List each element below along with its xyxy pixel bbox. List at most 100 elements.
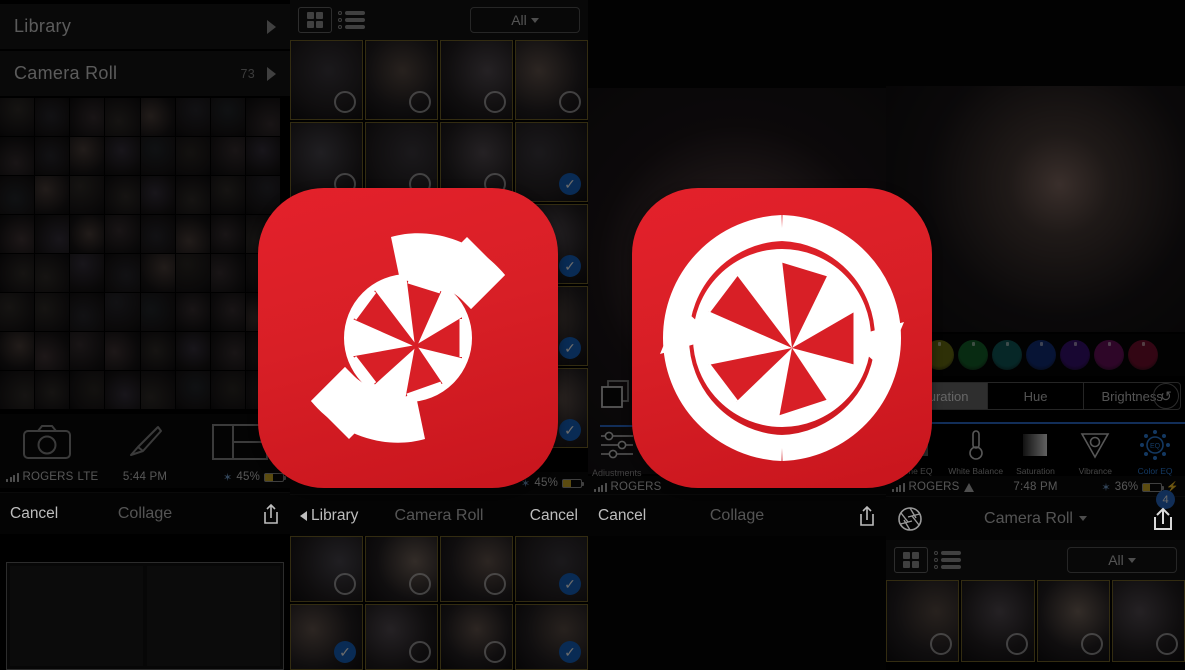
thumbnail[interactable] [140,293,175,331]
thumbnail[interactable] [210,215,245,253]
thumbnail[interactable] [70,98,105,136]
photo-thumbnail[interactable]: ✓ [515,536,588,602]
color-wheel[interactable] [1094,340,1124,370]
photo-thumbnail[interactable] [1036,580,1110,662]
select-circle-icon[interactable] [409,91,431,113]
thumbnail[interactable] [35,254,70,292]
thumbnail[interactable] [175,98,210,136]
thumbnail[interactable] [210,371,245,409]
camera-icon[interactable] [21,422,73,462]
thumbnail[interactable] [140,254,175,292]
thumbnail[interactable] [35,176,70,214]
selected-check-icon[interactable]: ✓ [559,173,581,195]
thumbnail[interactable] [0,254,35,292]
select-circle-icon[interactable] [334,91,356,113]
thumbnail[interactable] [0,98,35,136]
thumbnail[interactable] [210,176,245,214]
photo-thumbnail[interactable] [961,580,1035,662]
thumbnail[interactable] [35,293,70,331]
layers-icon[interactable] [599,378,635,415]
thumbnail[interactable] [175,293,210,331]
reload-app-icon[interactable] [632,188,932,488]
thumbnail[interactable] [35,332,70,370]
tool-tab-vibrance[interactable]: Vibrance [1065,419,1126,476]
share-icon[interactable] [262,503,280,525]
select-circle-icon[interactable] [484,573,506,595]
thumbnail[interactable] [35,215,70,253]
tool-tab-saturation[interactable]: Saturation [1005,419,1066,476]
select-circle-icon[interactable] [1005,633,1028,655]
thumbnail[interactable] [0,176,35,214]
cancel-button[interactable]: Cancel [598,507,646,525]
selected-check-icon[interactable]: ✓ [559,419,581,441]
segmented-control-saturation-hue-brightness[interactable]: Saturation Hue Brightness [890,382,1181,410]
thumbnail[interactable] [35,98,70,136]
thumbnail[interactable] [210,98,245,136]
thumbnail[interactable] [105,176,140,214]
thumbnail[interactable] [105,215,140,253]
thumbnail[interactable] [105,293,140,331]
thumbnail[interactable] [210,332,245,370]
color-wheel[interactable] [992,340,1022,370]
list-view-icon[interactable] [934,551,961,569]
selected-check-icon[interactable]: ✓ [559,255,581,277]
thumbnail[interactable] [70,176,105,214]
thumbnail[interactable] [105,98,140,136]
thumbnail[interactable] [105,371,140,409]
selected-check-icon[interactable]: ✓ [559,641,581,663]
photo-thumbnail[interactable] [440,604,513,670]
thumbnail[interactable] [245,137,280,175]
color-wheel[interactable] [1128,340,1158,370]
thumbnail[interactable] [175,215,210,253]
tool-tab-white-balance[interactable]: White Balance [945,419,1006,476]
thumbnail[interactable] [70,254,105,292]
photo-thumbnail[interactable] [365,40,438,120]
select-circle-icon[interactable] [409,641,431,663]
photo-thumbnail[interactable] [290,40,363,120]
photo-thumbnail[interactable] [440,40,513,120]
thumbnail[interactable] [140,371,175,409]
segment-hue[interactable]: Hue [988,383,1085,409]
collage-preview[interactable] [6,562,284,670]
select-circle-icon[interactable] [484,91,506,113]
thumbnail[interactable] [140,137,175,175]
thumbnail[interactable] [70,332,105,370]
picker-photo-grid-lower[interactable]: ✓ ✓ ✓ [290,536,588,670]
thumbnail[interactable] [105,332,140,370]
collage-cell[interactable] [10,566,143,666]
filter-all-dropdown[interactable]: All [470,7,580,33]
thumbnail[interactable] [140,98,175,136]
thumbnail[interactable] [70,293,105,331]
grid-view-icon[interactable] [298,7,332,33]
color-wheel[interactable] [1026,340,1056,370]
thumbnail[interactable] [70,137,105,175]
thumbnail[interactable] [175,332,210,370]
thumbnail[interactable] [210,137,245,175]
photo-thumbnail[interactable] [886,580,960,662]
snapshot-app-icon[interactable] [258,188,558,488]
thumbnail[interactable] [140,332,175,370]
sidebar-item-library[interactable]: Library [0,4,290,50]
thumbnail[interactable] [35,137,70,175]
sidebar-item-camera-roll[interactable]: Camera Roll 73 [0,51,290,97]
reset-rotate-icon[interactable]: ↺ [1153,383,1179,409]
select-circle-icon[interactable] [1156,633,1178,655]
thumbnail[interactable] [175,176,210,214]
photo-thumbnail[interactable]: ✓ [515,122,588,202]
thumbnail[interactable] [35,371,70,409]
select-circle-icon[interactable] [930,633,953,655]
thumbnail[interactable] [175,371,210,409]
cancel-button[interactable]: Cancel [10,505,58,523]
photo-thumbnail[interactable] [1111,580,1185,662]
photo-thumbnail[interactable]: ✓ [290,604,363,670]
selected-check-icon[interactable]: ✓ [559,337,581,359]
brush-icon[interactable] [116,422,168,462]
thumbnail[interactable] [175,137,210,175]
tool-tab-color-eq[interactable]: EQ Color EQ [1125,419,1185,476]
thumbnail[interactable] [0,293,35,331]
photo-thumbnail[interactable] [365,604,438,670]
selected-check-icon[interactable]: ✓ [334,641,356,663]
thumbnail[interactable] [210,254,245,292]
select-circle-icon[interactable] [409,573,431,595]
thumbnail[interactable] [140,176,175,214]
